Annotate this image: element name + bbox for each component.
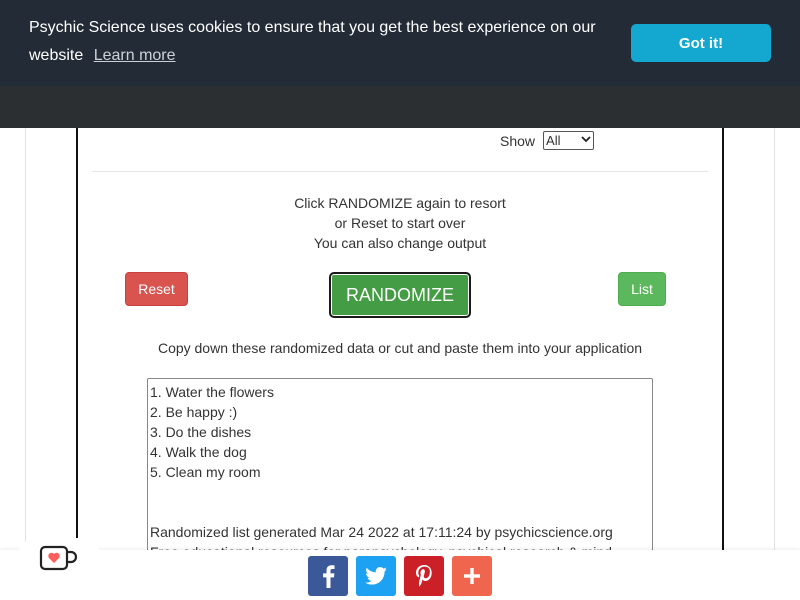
cookie-message: Psychic Science uses cookies to ensure t… (29, 14, 619, 70)
plus-icon (464, 568, 480, 584)
reset-button[interactable]: Reset (125, 272, 188, 306)
coffee-cup-icon (39, 544, 79, 577)
instruction-line: Click RANDOMIZE again to resort (294, 195, 506, 211)
share-bar (0, 550, 800, 600)
instruction-line: You can also change output (313, 235, 487, 251)
list-item: 3. Do the dishes (150, 424, 252, 440)
cookie-accept-button[interactable]: Got it! (631, 24, 771, 62)
more-share-button[interactable] (452, 556, 492, 596)
show-label: Show (500, 132, 536, 149)
list-item: 4. Walk the dog (150, 444, 247, 460)
pinterest-share-button[interactable] (404, 556, 444, 596)
list-button[interactable]: List (618, 272, 666, 306)
instruction-line: or Reset to start over (334, 215, 466, 231)
twitter-icon (365, 567, 387, 585)
facebook-icon (320, 564, 336, 588)
list-item: 2. Be happy :) (150, 404, 238, 420)
instructions: Click RANDOMIZE again to resort or Reset… (200, 193, 600, 253)
generated-note: Randomized list generated Mar 24 2022 at… (150, 524, 613, 540)
divider (92, 171, 708, 172)
show-select[interactable]: All (543, 131, 595, 150)
pinterest-icon (416, 565, 432, 587)
show-select-value: All (546, 133, 561, 148)
copy-hint: Copy down these randomized data or cut a… (157, 340, 643, 356)
show-filter: Show All (500, 131, 595, 150)
cookie-banner: Psychic Science uses cookies to ensure t… (0, 0, 800, 86)
kofi-badge[interactable] (16, 538, 102, 582)
list-item: 5. Clean my room (150, 464, 261, 480)
randomize-button[interactable]: RANDOMIZE (329, 272, 471, 318)
facebook-share-button[interactable] (308, 556, 348, 596)
twitter-share-button[interactable] (356, 556, 396, 596)
blank-lines (150, 482, 650, 522)
header-band (0, 86, 800, 128)
chevron-down-icon (581, 135, 591, 146)
list-item: 1. Water the flowers (150, 384, 274, 400)
learn-more-link[interactable]: Learn more (94, 47, 176, 64)
